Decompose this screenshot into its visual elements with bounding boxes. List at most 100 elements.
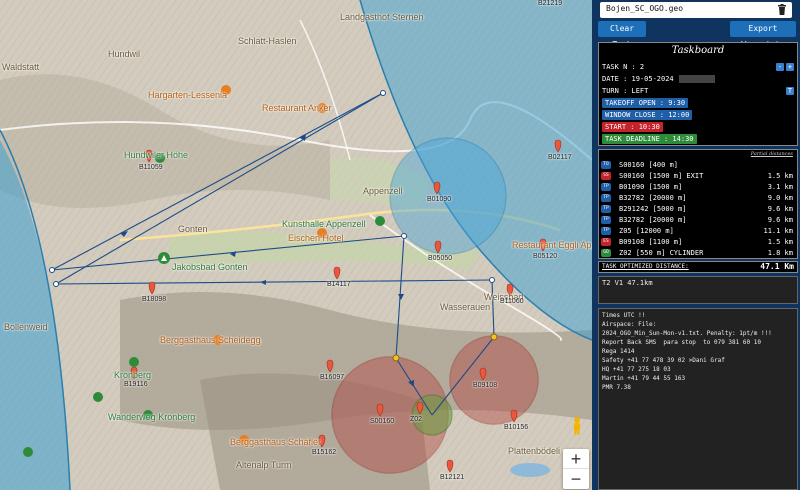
turnpoint-row[interactable]: TP Z05 [12000 m] 11.1 km [601,226,795,237]
place-label: Bollenweid [4,322,48,332]
waypoint-label: B01090 [427,196,452,203]
turnpoint-row[interactable]: TP B32782 [20000 m] 9.6 km [601,215,795,226]
turnpoint-name: S00160 [400 m] [619,161,679,169]
turnpoint-distance: 3.1 km [767,183,793,191]
place-label: Wasserauen [440,302,491,312]
turnpoint-distance: 1.5 km [767,238,793,246]
start-time[interactable]: START : 10:30 [602,122,663,132]
task-map[interactable]: Landgasthof Sternen Schlatt-Haslen Hundwil… [0,0,592,490]
place-label: Plattenbödeli [508,446,561,456]
waypoint-label: B05050 [428,255,453,262]
place-label: Hargarten-Lessenia [148,90,228,100]
place-label: Altenalp Turm [236,460,292,470]
place-label: Schlatt-Haslen [238,36,297,46]
turnpoint-row[interactable]: TP B32782 [20000 m] 9.0 km [601,193,795,204]
turnpoint-row[interactable]: GO Z02 [550 m] CYLINDER 1.8 km [601,248,795,259]
place-label: Gonten [178,224,208,234]
turnpoint-name: B32782 [20000 m] [619,194,687,202]
task-date[interactable]: DATE : 19-05-2024 [602,75,674,83]
file-name: Bojen_SC_OGO.geo [606,4,684,13]
turnpoint-name: B32782 [20000 m] [619,216,687,224]
place-label: Berggasthaus Scheidegg [160,335,261,345]
waypoint-label: Z02 [410,416,423,423]
zoom-out-button[interactable]: − [563,469,589,489]
turnpoint-row[interactable]: TP B01090 [1500 m] 3.1 km [601,182,795,193]
turnpoint-distance: 1.8 km [767,249,793,257]
date-field-fill [679,75,715,83]
place-label: Berggasthaus Schäfler [230,437,322,447]
waypoint-label: B09108 [473,382,498,389]
turnpoint-type-badge: SS [601,172,611,180]
taskboard: Taskboard TASK N : 2 - + DATE : 19-05-20… [598,42,798,146]
turnpoint-name: B09108 [1100 m] [619,238,683,246]
zoom-control: + − [563,449,589,489]
clear-task-button[interactable]: Clear Task [598,21,646,49]
takeoff-open[interactable]: TAKEOFF OPEN : 9:30 [602,98,689,108]
turnpoint-name: Z02 [550 m] CYLINDER [619,249,704,257]
task-notes-field[interactable]: Times UTC !! Airspace: File: 2024_OGO_Mi… [598,308,798,490]
waypoint-label: B19116 [124,381,148,388]
optimized-distance-label: TASK OPTIMIZED DISTANCE: [602,263,689,270]
waypoint-label: B18098 [142,296,167,303]
turnpoint-distance: 9.0 km [767,194,793,202]
place-label: Eischen Hotel [288,233,344,243]
turnpoint-row[interactable]: TO S00160 [400 m] [601,160,795,171]
turnpoint-type-badge: TP [601,194,611,202]
waypoint-label: B11059 [139,164,163,171]
task-panel: Bojen_SC_OGO.geo Clear Task Export Waypo… [592,0,800,490]
task-summary-field[interactable]: T2 V1 47.1km [598,276,798,304]
task-deadline[interactable]: TASK DEADLINE : 14:30 [602,134,697,144]
file-selector[interactable]: Bojen_SC_OGO.geo [600,2,792,18]
street-view-pegman-icon[interactable] [570,416,584,436]
turnpoint-type-badge: TP [601,216,611,224]
export-waypoints-button[interactable]: Export Waypoints [730,21,796,49]
turnpoint-distance: 11.1 km [763,227,793,235]
turnpoint-type-badge: TP [601,205,611,213]
place-label: Jakobsbad Gonten [172,262,248,272]
optimized-distance-value: 47.1 Km [760,262,794,271]
turnpoint-name: B291242 [5000 m] [619,205,687,213]
place-label: Wanderweg Kronberg [108,412,196,422]
place-label: Kronberg [114,370,152,380]
window-close[interactable]: WINDOW CLOSE : 12:00 [602,110,693,120]
task-increment-button[interactable]: + [786,63,794,71]
turnpoint-row[interactable]: ES B09108 [1100 m] 1.5 km [601,237,795,248]
waypoint-label: B05120 [533,253,558,260]
place-label: Restaurant Eggli Appenzell [512,240,592,250]
task-decrement-button[interactable]: - [776,63,784,71]
map-terrain [0,0,592,490]
turnpoint-row[interactable]: TP B291242 [5000 m] 9.6 km [601,204,795,215]
place-label: Appenzell [363,186,403,196]
waypoint-label: B21219 [538,0,563,7]
waypoint-label: B16097 [320,374,345,381]
turnpoint-type-badge: TP [601,183,611,191]
turnpoint-distance: 1.5 km [767,172,793,180]
task-number: TASK N : 2 [602,63,645,71]
turnpoint-type-badge: GO [601,249,611,257]
place-label: Landgasthof Sternen [340,12,424,22]
waypoint-label: B12121 [440,474,465,481]
waypoint-label: B02117 [548,154,572,161]
place-label: Hundwiler Höhe [124,150,189,160]
zoom-in-button[interactable]: + [563,449,589,469]
waypoint-label: B15162 [312,449,337,456]
trash-icon[interactable] [777,4,787,15]
taskboard-title: Taskboard [671,45,725,56]
place-label: Hundwil [108,49,141,59]
turn-toggle-button[interactable]: T [786,87,794,95]
partial-distances-header: Partial distances [750,151,793,157]
turnpoint-row[interactable]: SS S00160 [1500 m] EXIT 1.5 km [601,171,795,182]
place-label: Waldstatt [2,62,40,72]
place-label: Restaurant Anker [262,103,332,113]
turnpoint-list: Partial distances TO S00160 [400 m] SS S001… [598,149,798,259]
turnpoint-type-badge: TO [601,161,611,169]
turnpoint-name: S00160 [1500 m] EXIT [619,172,704,180]
optimized-distance-row: TASK OPTIMIZED DISTANCE: 47.1 Km [598,261,798,273]
turnpoint-distance: 9.6 km [767,216,793,224]
turnpoint-type-badge: ES [601,238,611,246]
place-label: Kunsthalle Appenzell [282,219,366,229]
waypoint-label: S00160 [370,418,395,425]
turnpoint-type-badge: TP [601,227,611,235]
turnpoint-name: B01090 [1500 m] [619,183,683,191]
turnpoint-name: Z05 [12000 m] [619,227,674,235]
